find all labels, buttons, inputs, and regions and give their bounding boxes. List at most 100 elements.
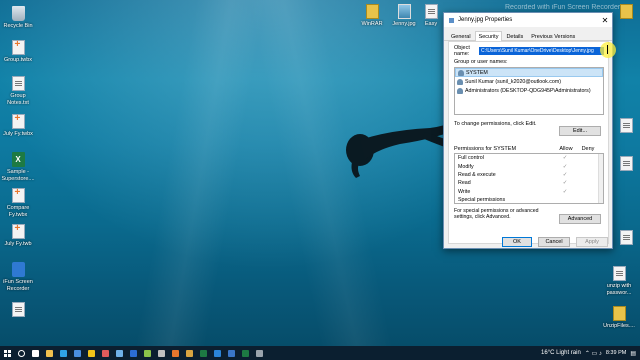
desktop-icon-text-file[interactable] — [0, 302, 36, 319]
taskbar: 16°C Light rain ⌃ ▭ ♪ 8:39 PM ▤ — [0, 346, 640, 360]
folder-icon — [619, 4, 633, 19]
text-file-icon — [11, 302, 25, 317]
chrome-icon[interactable] — [84, 346, 98, 360]
document-icon — [619, 118, 633, 133]
weather-widget[interactable]: 16°C Light rain — [541, 350, 581, 356]
excel-file-icon: X — [11, 152, 25, 167]
photos-icon-glyph — [227, 349, 235, 357]
perm-row: Read & execute ✓ — [455, 171, 603, 179]
app-icon-glyph — [143, 349, 151, 357]
excel-icon-glyph — [241, 349, 249, 357]
word-icon[interactable] — [126, 346, 140, 360]
edge-icon[interactable] — [56, 346, 70, 360]
close-icon[interactable]: ✕ — [598, 16, 612, 25]
app-icon[interactable] — [154, 346, 168, 360]
user-icon — [457, 78, 463, 85]
allow-check-icon: ✓ — [562, 155, 568, 162]
user-list: SYSTEM Sunil Kumar (sunil_k2020@outlook.… — [454, 67, 604, 115]
tableau-icon-glyph — [171, 349, 179, 357]
desktop-icon-easy[interactable]: Easy — [418, 4, 444, 28]
image-file-icon — [397, 4, 411, 19]
tableau-file-icon — [11, 40, 25, 55]
tray-icons[interactable]: ⌃ ▭ ♪ — [585, 350, 602, 357]
photos-icon[interactable] — [224, 346, 238, 360]
excel-icon-glyph — [199, 349, 207, 357]
edit-button[interactable]: Edit... — [559, 126, 601, 136]
app-icon-glyph — [185, 349, 193, 357]
desktop-icon-unzipfiles[interactable]: UnzipFiles.... — [598, 306, 640, 330]
cancel-button[interactable]: Cancel — [538, 237, 570, 247]
task-view-icon[interactable] — [28, 346, 42, 360]
app-icon[interactable] — [112, 346, 126, 360]
object-name-field[interactable]: C:\Users\Sunil Kumar\OneDrive\Desktop\Je… — [479, 46, 604, 55]
edge-icon-glyph — [59, 349, 67, 357]
excel-icon[interactable] — [238, 346, 252, 360]
search-icon[interactable] — [14, 346, 28, 360]
tableau-file-icon — [11, 188, 25, 203]
desktop-icon-winrar[interactable]: WinRAR — [354, 4, 390, 28]
tab-previous-versions[interactable]: Previous Versions — [527, 31, 579, 41]
desktop-icon-unzip-password[interactable]: unzip with passwor... — [598, 266, 640, 296]
apply-button[interactable]: Apply — [576, 237, 608, 247]
desktop-icon-superstore[interactable]: X Sample - Superstore.... — [0, 152, 36, 182]
tab-general[interactable]: General — [447, 31, 475, 41]
perm-row: Modify ✓ — [455, 162, 603, 170]
clock[interactable]: 8:39 PM — [606, 350, 626, 356]
start-button[interactable] — [0, 346, 14, 360]
permissions-title: Permissions for SYSTEM — [454, 145, 517, 152]
user-item-sunil[interactable]: Sunil Kumar (sunil_k2020@outlook.com) — [455, 77, 603, 86]
pinned-apps — [14, 346, 266, 360]
settings-icon[interactable] — [252, 346, 266, 360]
paint-icon-glyph — [101, 349, 109, 357]
document-icon — [619, 230, 633, 245]
perm-row: Special permissions — [458, 197, 506, 204]
excel-icon[interactable] — [196, 346, 210, 360]
mouse-cursor-highlight — [600, 42, 616, 58]
allow-header: Allow — [559, 145, 573, 152]
desktop-icon-group-notes[interactable]: Group Notes.txt — [0, 76, 36, 106]
desktop-icon-right-3[interactable] — [613, 156, 639, 173]
image-file-icon — [448, 16, 455, 24]
group-label: Group or user names: — [454, 59, 508, 65]
dialog-titlebar[interactable]: Jenny.jpg Properties ✕ — [444, 13, 612, 27]
windows-logo-icon — [3, 349, 11, 357]
word-icon-glyph — [129, 349, 137, 357]
desktop-icon-jenny-jpg[interactable]: Jenny.jpg — [386, 4, 422, 28]
app-icon[interactable] — [140, 346, 154, 360]
paint-icon[interactable] — [98, 346, 112, 360]
user-group-icon — [458, 69, 464, 76]
deny-header: Deny — [581, 145, 595, 152]
app-icon-glyph — [115, 349, 123, 357]
properties-dialog: Jenny.jpg Properties ✕ General Security … — [443, 12, 613, 249]
notification-icon[interactable]: ▤ — [630, 350, 636, 357]
desktop-icon-right-4[interactable] — [613, 230, 639, 247]
app-icon-glyph — [157, 349, 165, 357]
desktop-icon-july-fy-twbx[interactable]: July Fy.twbx — [0, 114, 36, 138]
document-icon — [619, 156, 633, 171]
user-item-system[interactable]: SYSTEM — [455, 68, 603, 77]
app-icon[interactable] — [182, 346, 196, 360]
user-item-administrators[interactable]: Administrators (DESKTOP-QDG945P\Administ… — [455, 86, 603, 95]
tableau-icon[interactable] — [168, 346, 182, 360]
permissions-scrollbar[interactable] — [598, 154, 603, 203]
desktop-icon-right-2[interactable] — [613, 118, 639, 135]
desktop-icon-recycle-bin[interactable]: Recycle Bin — [0, 6, 36, 30]
desktop-icon-compare-fy[interactable]: Compare Fy.twbx — [0, 188, 36, 218]
tab-details[interactable]: Details — [502, 31, 527, 41]
document-icon — [424, 4, 438, 19]
store-icon[interactable] — [70, 346, 84, 360]
dialog-buttons: OK Cancel Apply — [444, 237, 614, 249]
ok-button[interactable]: OK — [502, 237, 532, 247]
zip-file-icon — [612, 306, 626, 321]
object-name-row: Object name: C:\Users\Sunil Kumar\OneDri… — [454, 45, 604, 57]
desktop-icon-group-twbx[interactable]: Group.twbx — [0, 40, 36, 64]
file-explorer-icon[interactable] — [42, 346, 56, 360]
desktop-icon-july-fy-twb[interactable]: July Fy.twb — [0, 224, 36, 248]
change-permissions-text: To change permissions, click Edit. — [454, 121, 537, 127]
vscode-icon[interactable] — [210, 346, 224, 360]
search-icon-glyph — [17, 349, 25, 357]
desktop-icon-ifun-recorder[interactable]: iFun Screen Recorder — [0, 262, 36, 292]
desktop-icon-right-1[interactable] — [613, 4, 639, 21]
tab-bar: General Security Details Previous Versio… — [444, 27, 612, 42]
advanced-button[interactable]: Advanced — [559, 214, 601, 224]
